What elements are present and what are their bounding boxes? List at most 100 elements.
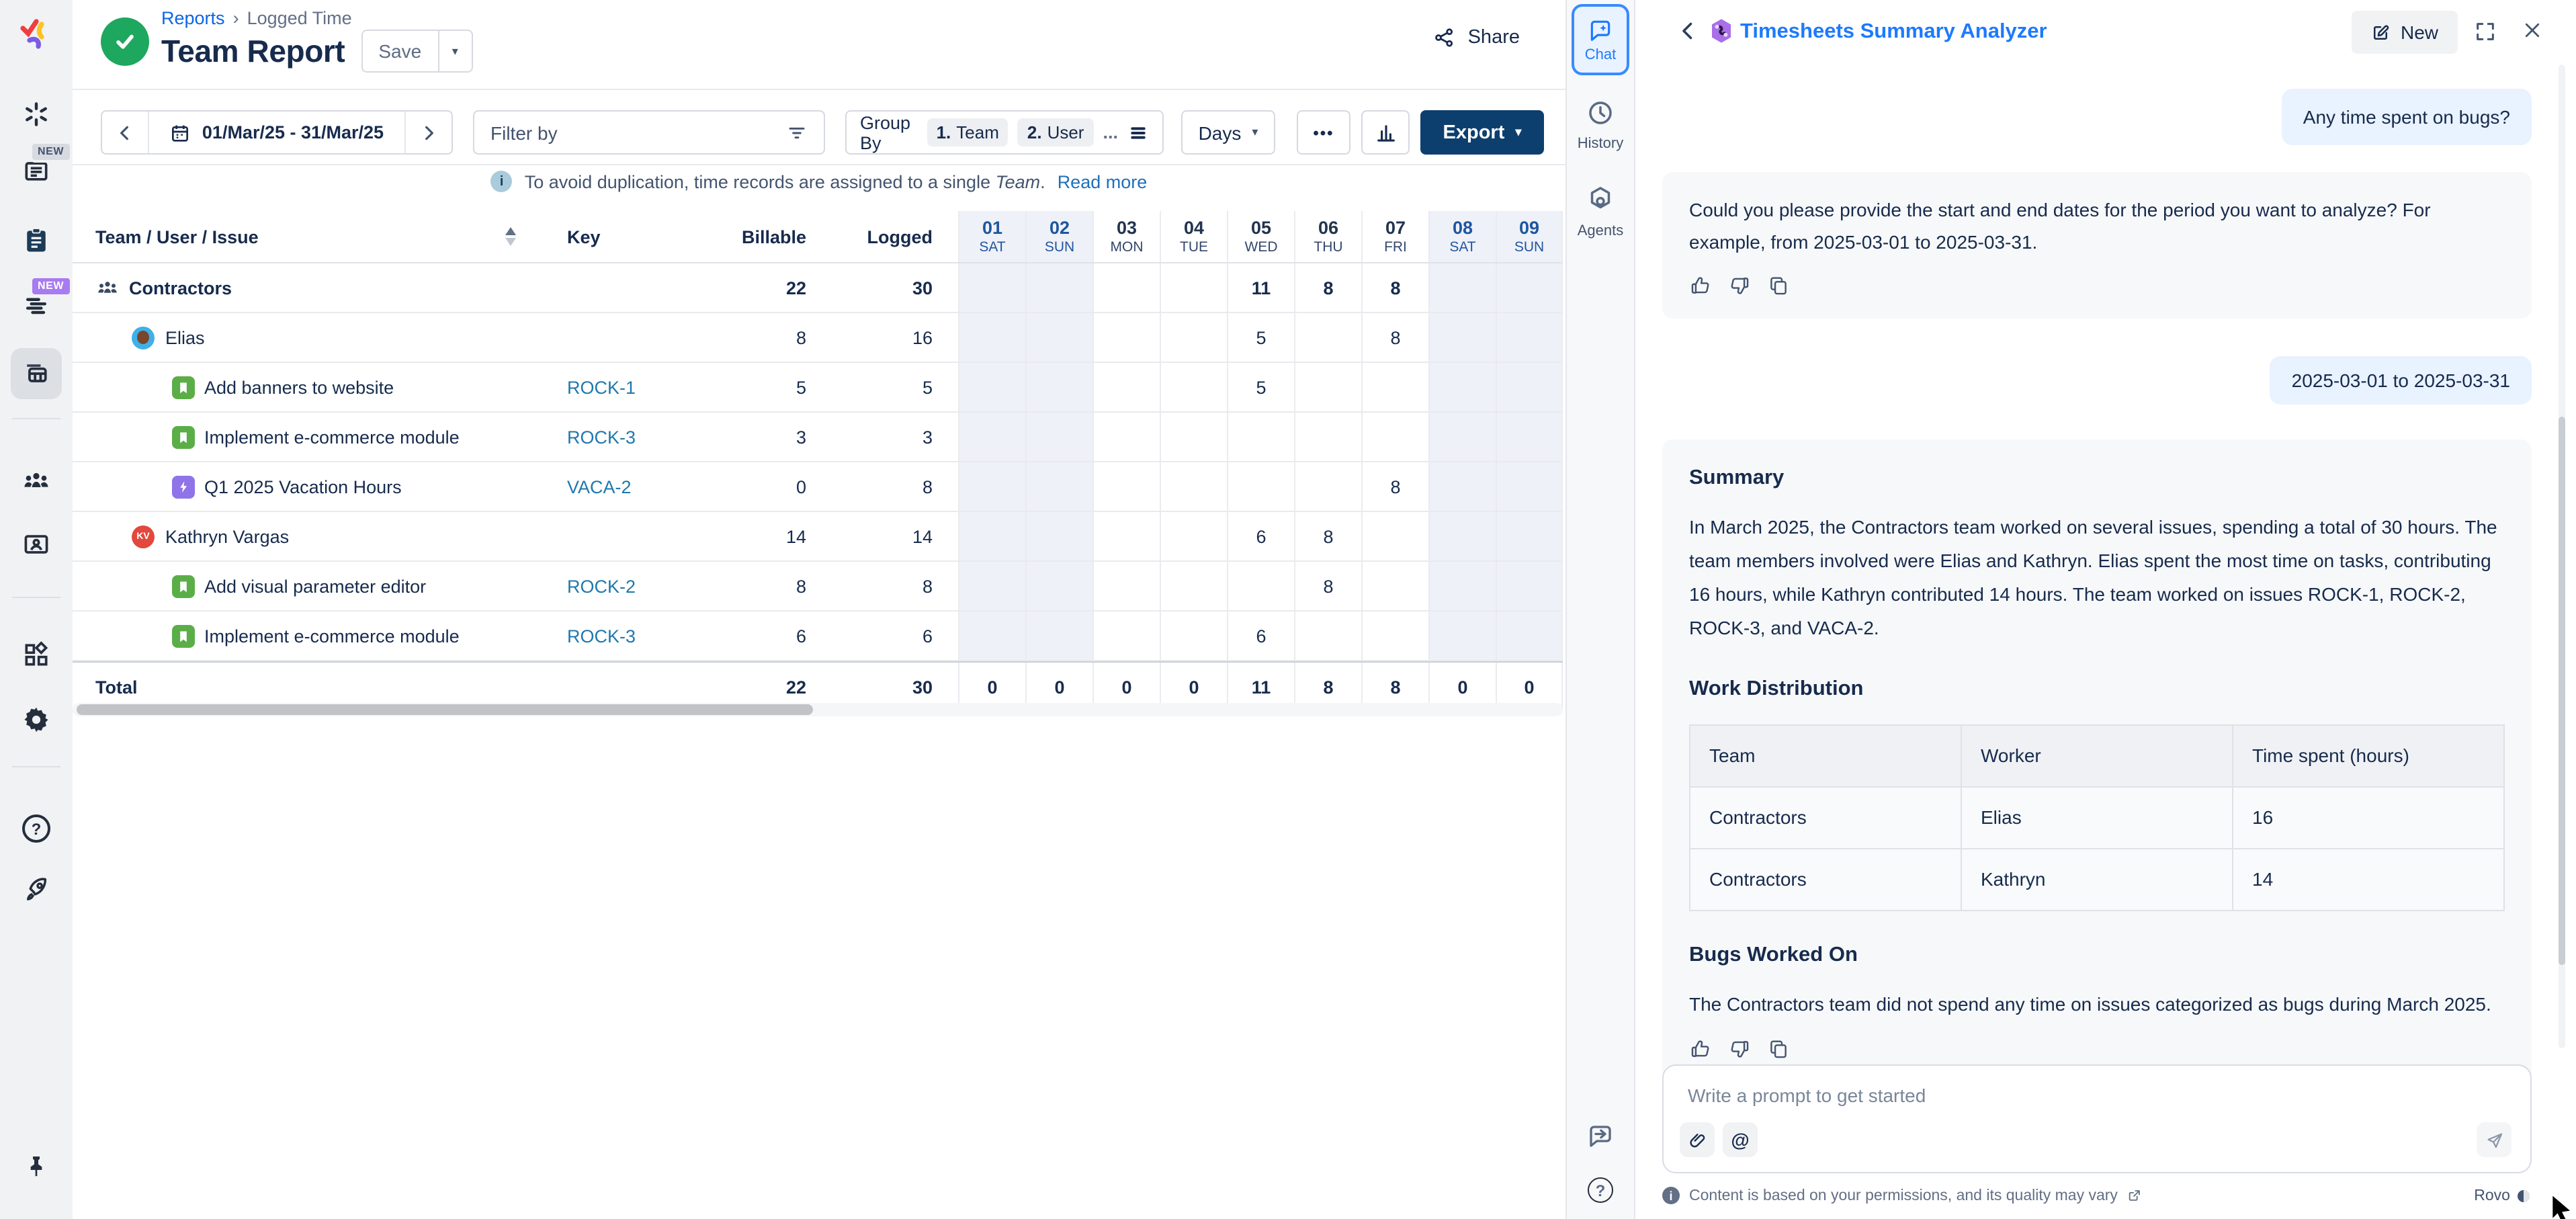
clipboard-icon[interactable]	[22, 226, 51, 255]
day-cell	[1428, 313, 1496, 362]
save-button[interactable]: Save	[362, 31, 437, 71]
settings-gear-icon[interactable]	[21, 704, 52, 735]
table-row-team[interactable]: Contractors 22 30 1188	[73, 263, 1563, 313]
overflow-menu-button[interactable]: •••	[1297, 110, 1350, 155]
back-icon[interactable]	[1676, 19, 1700, 43]
chat-header: Timesheets Summary Analyzer New	[1635, 0, 2576, 65]
column-header-billable[interactable]: Billable	[685, 211, 814, 262]
tab-agents[interactable]	[1586, 184, 1615, 214]
rovo-logo-icon	[2516, 1187, 2532, 1204]
save-split-button[interactable]: Save ▾	[361, 30, 472, 73]
date-range-button[interactable]: 01/Mar/25 - 31/Mar/25	[148, 112, 406, 153]
filter-by-field[interactable]: Filter by	[473, 110, 825, 155]
group-menu-icon[interactable]	[1127, 122, 1149, 143]
table-row-issue[interactable]: Implement e-commerce module ROCK-3 6 6 6	[73, 612, 1563, 661]
day-cell	[1294, 363, 1361, 411]
day-cell	[1025, 462, 1092, 511]
help-icon[interactable]: ?	[22, 814, 50, 843]
mention-icon[interactable]: @	[1723, 1122, 1758, 1157]
table-row-issue[interactable]: Add visual parameter editor ROCK-2 8 8 8	[73, 562, 1563, 612]
copy-icon[interactable]	[1767, 1038, 1790, 1060]
breadcrumb-reports-link[interactable]: Reports	[161, 8, 225, 28]
issue-key-link[interactable]: ROCK-3	[551, 612, 685, 660]
day-column-header: 05WED	[1227, 211, 1294, 262]
table-row-issue[interactable]: Add banners to website ROCK-1 5 5 5	[73, 363, 1563, 413]
day-cell	[1025, 562, 1092, 610]
prompt-input[interactable]	[1685, 1082, 2497, 1122]
thumbs-up-icon[interactable]	[1689, 1038, 1712, 1060]
chat-footer: i Content is based on your permissions, …	[1662, 1187, 2532, 1204]
activity-burst-icon[interactable]	[22, 99, 51, 129]
group-chip-user[interactable]: 2.User	[1018, 118, 1094, 146]
table-row-user[interactable]: Elias 8 16 58	[73, 313, 1563, 363]
group-by-control[interactable]: Group By 1.Team 2.User ...	[845, 110, 1164, 155]
export-button[interactable]: Export▾	[1420, 110, 1544, 155]
rocket-icon[interactable]	[22, 875, 51, 905]
day-cell	[1496, 462, 1563, 511]
share-button[interactable]: Share	[1433, 26, 1520, 50]
horizontal-scrollbar-thumb[interactable]	[77, 704, 813, 715]
day-cell	[1294, 462, 1361, 511]
apps-icon[interactable]	[22, 640, 51, 669]
agent-title[interactable]: Timesheets Summary Analyzer	[1740, 20, 2047, 44]
copy-icon[interactable]	[1767, 274, 1790, 297]
attach-icon[interactable]	[1680, 1122, 1715, 1157]
chat-scrollbar[interactable]	[2559, 65, 2565, 1048]
tempo-logo-icon[interactable]	[17, 16, 55, 54]
day-cell: 8	[1294, 562, 1361, 610]
story-issue-icon	[172, 376, 195, 398]
header-divider	[73, 89, 1565, 90]
fullscreen-icon[interactable]	[2474, 20, 2497, 43]
issue-key-link[interactable]: VACA-2	[551, 462, 685, 511]
day-column-header: 08SAT	[1428, 211, 1496, 262]
teams-icon[interactable]	[21, 465, 52, 496]
thumbs-down-icon[interactable]	[1728, 274, 1751, 297]
day-cell	[1092, 512, 1160, 560]
period-select[interactable]: Days▾	[1181, 110, 1275, 155]
reports-icon-active[interactable]	[11, 348, 62, 399]
issue-key-link[interactable]: ROCK-2	[551, 562, 685, 610]
day-cell	[1294, 612, 1361, 660]
issue-key-link[interactable]: ROCK-3	[551, 413, 685, 461]
sort-icon[interactable]	[505, 227, 516, 246]
table-row-issue[interactable]: Q1 2025 Vacation Hours VACA-2 0 8 8	[73, 462, 1563, 512]
user-message: Any time spent on bugs?	[2282, 89, 2532, 145]
assistant-message: Could you please provide the start and e…	[1662, 172, 2532, 319]
table-row-issue[interactable]: Implement e-commerce module ROCK-3 3 3	[73, 413, 1563, 462]
group-chip-team[interactable]: 1.Team	[927, 118, 1008, 146]
day-cell	[958, 363, 1025, 411]
save-dropdown-button[interactable]: ▾	[437, 31, 471, 71]
next-period-button[interactable]	[406, 112, 452, 153]
new-chat-button[interactable]: New	[2352, 11, 2458, 54]
chevron-down-icon: ▾	[1252, 125, 1258, 140]
read-more-link[interactable]: Read more	[1058, 171, 1148, 192]
accounts-icon[interactable]	[22, 530, 51, 559]
feedback-icon[interactable]	[1586, 1122, 1615, 1150]
tab-chat-active[interactable]: Chat	[1572, 4, 1629, 75]
group-more[interactable]: ...	[1103, 122, 1118, 142]
column-header-logged[interactable]: Logged	[814, 211, 941, 262]
page-title: Team Report	[161, 33, 345, 69]
thumbs-up-icon[interactable]	[1689, 274, 1712, 297]
table-row-user[interactable]: KV Kathryn Vargas 14 14 68	[73, 512, 1563, 562]
summary-heading: Summary	[1689, 461, 2505, 495]
tab-history[interactable]	[1586, 98, 1615, 128]
issue-key-link[interactable]: ROCK-1	[551, 363, 685, 411]
rail-help-icon[interactable]: ?	[1588, 1177, 1613, 1203]
close-icon[interactable]	[2522, 20, 2542, 40]
tab-agents-label[interactable]: Agents	[1578, 223, 1624, 239]
column-header-name[interactable]: Team / User / Issue	[73, 211, 551, 262]
tab-history-label[interactable]: History	[1578, 136, 1623, 152]
day-cell	[1092, 263, 1160, 312]
chat-scrollbar-thumb[interactable]	[2559, 417, 2565, 965]
breadcrumb: Reports › Logged Time	[161, 8, 352, 28]
chart-view-button[interactable]	[1361, 110, 1410, 155]
column-header-key[interactable]: Key	[551, 211, 685, 262]
pin-icon[interactable]	[23, 1153, 50, 1180]
thumbs-down-icon[interactable]	[1728, 1038, 1751, 1060]
horizontal-scrollbar[interactable]	[73, 703, 1563, 716]
send-icon[interactable]	[2477, 1122, 2511, 1157]
app-window: NEW NEW	[0, 0, 2576, 1219]
external-link-icon[interactable]	[2127, 1188, 2142, 1203]
prev-period-button[interactable]	[102, 112, 148, 153]
